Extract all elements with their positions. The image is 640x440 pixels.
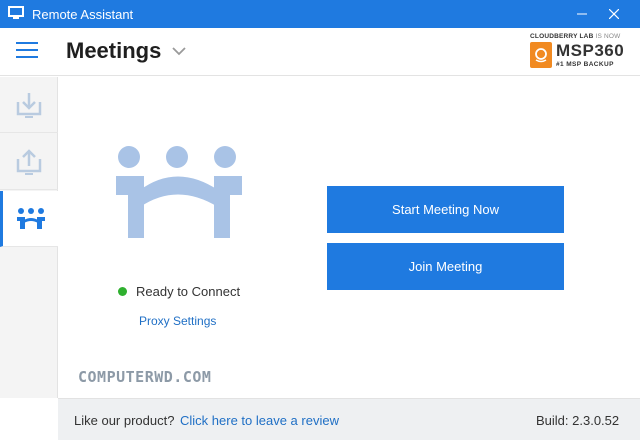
sidebar-item-upload[interactable]	[0, 134, 58, 190]
review-link[interactable]: Click here to leave a review	[180, 413, 339, 428]
page-title: Meetings	[66, 38, 162, 63]
brand-product: MSP360	[556, 41, 625, 60]
msp360-logo-icon	[530, 42, 552, 68]
brand-company: CLOUDBERRY LAB	[530, 33, 594, 40]
footer-prompt: Like our product?	[74, 413, 175, 428]
start-meeting-button[interactable]: Start Meeting Now	[327, 186, 564, 233]
brand-logo: CLOUDBERRY LAB IS NOW MSP360 #1 MSP BACK…	[528, 32, 628, 72]
brand-tagline-top: CLOUDBERRY LAB IS NOW	[530, 33, 621, 40]
watermark: COMPUTERWD.COM	[78, 368, 212, 386]
sidebar-item-meetings[interactable]	[0, 191, 58, 247]
main-panel: Ready to Connect Proxy Settings Start Me…	[58, 77, 640, 398]
status-text: Ready to Connect	[136, 283, 241, 299]
download-icon	[16, 92, 42, 118]
brand-is-now: IS NOW	[595, 33, 621, 40]
close-button[interactable]	[600, 0, 628, 28]
hamburger-icon[interactable]	[16, 42, 38, 62]
sidebar-item-download[interactable]	[0, 77, 58, 133]
monitor-icon	[8, 6, 24, 19]
brand-tagline: #1 MSP BACKUP	[556, 61, 614, 68]
sidebar	[0, 77, 58, 398]
proxy-settings-link[interactable]: Proxy Settings	[139, 314, 216, 328]
minimize-icon	[577, 13, 587, 15]
build-version: Build: 2.3.0.52	[536, 413, 620, 428]
title-bar: Remote Assistant	[0, 0, 640, 28]
footer: Like our product? Click here to leave a …	[58, 398, 640, 440]
minimize-button[interactable]	[568, 0, 596, 28]
app-header: Meetings CLOUDBERRY LAB IS NOW MSP360 #1…	[0, 28, 640, 76]
window-title: Remote Assistant	[32, 7, 134, 22]
chevron-down-icon[interactable]	[172, 46, 186, 56]
join-meeting-button[interactable]: Join Meeting	[327, 243, 564, 290]
status-indicator	[118, 286, 127, 296]
people-holding-hands-icon	[116, 146, 242, 238]
status-row: Ready to Connect	[118, 282, 240, 300]
meetings-icon	[16, 207, 45, 229]
upload-icon	[16, 148, 42, 175]
close-icon	[609, 9, 619, 19]
